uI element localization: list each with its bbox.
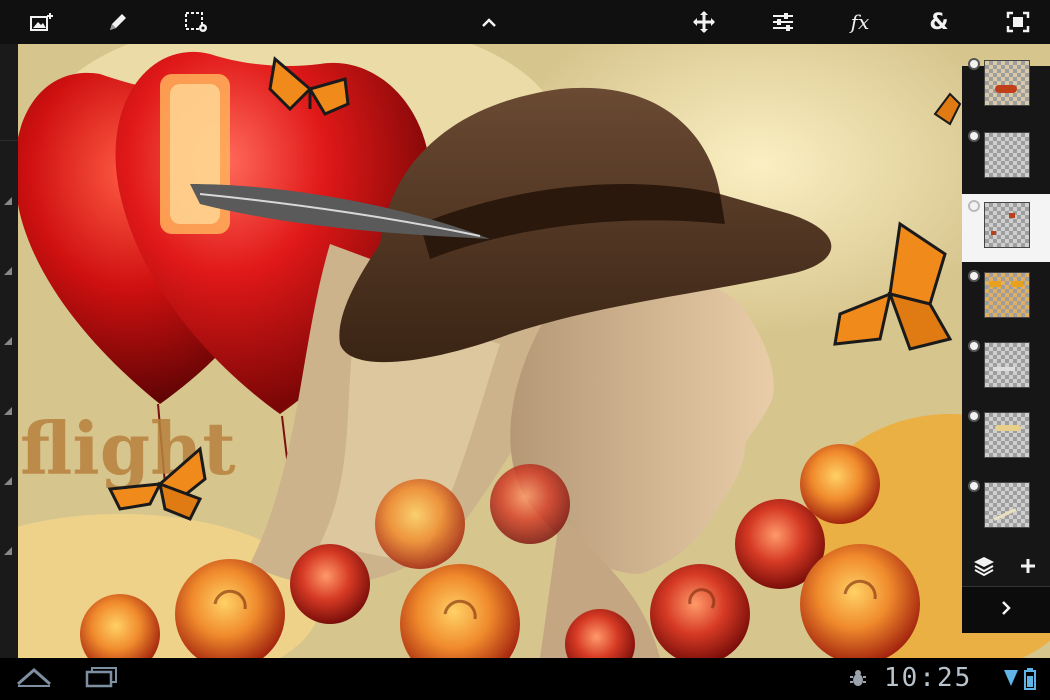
chevron-up-icon <box>480 16 498 28</box>
recent-apps-button[interactable] <box>80 664 124 694</box>
strip-expand-handle[interactable] <box>4 407 12 415</box>
layer-item[interactable] <box>962 124 1050 192</box>
fullscreen-button[interactable] <box>998 4 1038 40</box>
layer-item[interactable] <box>962 474 1050 542</box>
strip-expand-handle[interactable] <box>4 547 12 555</box>
add-layer-button[interactable] <box>1008 550 1048 586</box>
layer-visibility-toggle[interactable] <box>968 270 980 282</box>
bug-icon <box>848 668 868 692</box>
effects-button[interactable]: fx <box>840 4 880 40</box>
fullscreen-icon <box>1006 11 1030 33</box>
effects-label: fx <box>850 10 870 34</box>
adjustments-button[interactable] <box>763 4 803 40</box>
home-button[interactable] <box>12 664 56 694</box>
layer-item[interactable] <box>962 52 1050 120</box>
home-icon <box>15 666 53 692</box>
layers-stack-icon <box>973 555 995 581</box>
pencil-icon <box>106 10 130 34</box>
plus-icon <box>1020 558 1036 578</box>
clock: 10:25 <box>884 663 973 693</box>
left-panel-strip[interactable] <box>0 44 18 658</box>
layer-thumbnail <box>984 272 1030 318</box>
selection-settings-icon <box>183 10 209 34</box>
sliders-icon <box>771 11 795 33</box>
layer-controls <box>962 550 1050 586</box>
expand-layers-button[interactable] <box>962 586 1050 633</box>
transform-button[interactable] <box>684 4 724 40</box>
add-image-button[interactable] <box>22 4 62 40</box>
brush-button[interactable] <box>98 4 138 40</box>
layers-panel <box>962 58 1050 633</box>
layer-thumbnail <box>984 132 1030 178</box>
layer-item[interactable] <box>962 404 1050 472</box>
layer-thumbnail <box>984 412 1030 458</box>
layer-item[interactable] <box>962 334 1050 402</box>
artwork-image: flight <box>0 44 1050 658</box>
layer-visibility-toggle[interactable] <box>968 200 980 212</box>
selection-button[interactable] <box>176 4 216 40</box>
image-canvas[interactable]: flight <box>0 44 1050 658</box>
layer-visibility-toggle[interactable] <box>968 480 980 492</box>
layer-item[interactable] <box>962 264 1050 332</box>
battery-icon <box>1024 668 1036 694</box>
chevron-right-icon <box>1000 600 1012 620</box>
strip-expand-handle[interactable] <box>4 197 12 205</box>
layers-menu-button[interactable] <box>964 550 1004 586</box>
layer-thumbnail <box>984 342 1030 388</box>
strip-expand-handle[interactable] <box>4 337 12 345</box>
layer-thumbnail <box>984 60 1030 106</box>
collapse-toolbar-button[interactable] <box>469 4 509 40</box>
strip-expand-handle[interactable] <box>4 477 12 485</box>
layer-thumbnail <box>984 482 1030 528</box>
layer-visibility-toggle[interactable] <box>968 58 980 70</box>
image-plus-icon <box>29 11 55 33</box>
text-tool-button[interactable]: & <box>919 4 959 40</box>
layer-visibility-toggle[interactable] <box>968 130 980 142</box>
layer-visibility-toggle[interactable] <box>968 410 980 422</box>
strip-expand-handle[interactable] <box>4 267 12 275</box>
system-navigation-bar: 10:25 <box>0 658 1050 700</box>
move-arrows-icon <box>692 10 716 34</box>
layer-item-selected[interactable] <box>962 194 1050 262</box>
signal-icon <box>1003 668 1019 692</box>
top-toolbar: fx & <box>0 0 1050 44</box>
strip-divider <box>0 140 18 141</box>
text-tool-label: & <box>929 9 949 35</box>
recent-apps-icon <box>84 666 120 692</box>
layer-thumbnail <box>984 202 1030 248</box>
layer-visibility-toggle[interactable] <box>968 340 980 352</box>
